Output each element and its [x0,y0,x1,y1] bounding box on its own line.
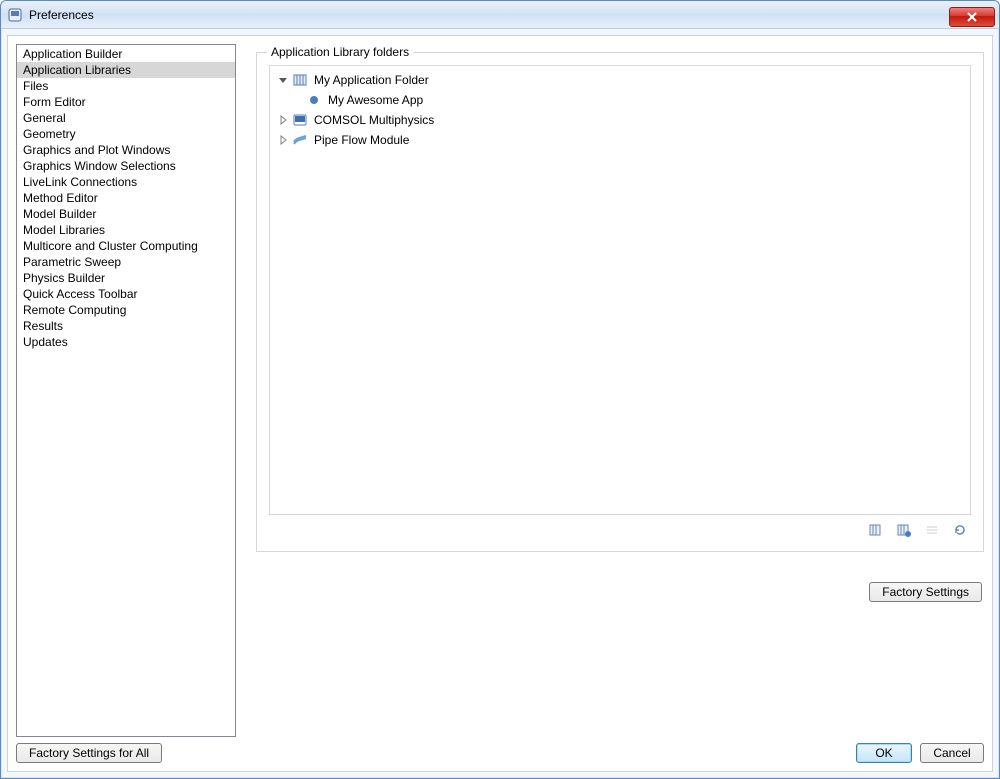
category-item[interactable]: Model Libraries [17,222,235,238]
add-user-library-button[interactable] [867,521,885,539]
category-item[interactable]: Method Editor [17,190,235,206]
window-title: Preferences [29,8,949,22]
category-item[interactable]: Results [17,318,235,334]
folder-library-icon [292,72,308,88]
expander-closed-icon[interactable] [278,115,288,125]
expander-closed-icon[interactable] [278,135,288,145]
category-item[interactable]: General [17,110,235,126]
main-split: Application BuilderApplication Libraries… [16,44,984,737]
library-tree[interactable]: My Application Folder My Awesome App [269,65,971,515]
expander-open-icon[interactable] [278,75,288,85]
preferences-window: Preferences Application BuilderApplicati… [0,0,1000,779]
app-icon [7,7,23,23]
tree-row-app[interactable]: My Awesome App [278,90,966,110]
tree-row-pipe[interactable]: Pipe Flow Module [278,130,966,150]
category-item[interactable]: Model Builder [17,206,235,222]
tree-row-my-folder[interactable]: My Application Folder [278,70,966,90]
content-button-row: Factory Settings [256,582,984,602]
factory-settings-button[interactable]: Factory Settings [869,582,982,602]
category-item[interactable]: Physics Builder [17,270,235,286]
ok-button[interactable]: OK [856,743,912,763]
refresh-button[interactable] [951,521,969,539]
category-item[interactable]: Geometry [17,126,235,142]
remove-library-button [923,521,941,539]
category-item[interactable]: Files [17,78,235,94]
category-item[interactable]: Multicore and Cluster Computing [17,238,235,254]
tree-label: My Awesome App [326,93,425,107]
category-item[interactable]: Parametric Sweep [17,254,235,270]
app-item-icon [306,92,322,108]
titlebar: Preferences [1,1,999,29]
tree-toolbar [269,515,971,539]
tree-label: My Application Folder [312,73,431,87]
module-icon [292,112,308,128]
bottom-bar: Factory Settings for All OK Cancel [16,737,984,763]
category-item[interactable]: Quick Access Toolbar [17,286,235,302]
category-item[interactable]: LiveLink Connections [17,174,235,190]
library-folders-fieldset: Application Library folders [256,52,984,552]
category-item[interactable]: Graphics Window Selections [17,158,235,174]
tree-row-comsol[interactable]: COMSOL Multiphysics [278,110,966,130]
category-item[interactable]: Graphics and Plot Windows [17,142,235,158]
client-area: Application BuilderApplication Libraries… [7,35,993,772]
category-list[interactable]: Application BuilderApplication Libraries… [16,44,236,737]
add-system-library-button[interactable] [895,521,913,539]
category-item[interactable]: Updates [17,334,235,350]
category-item[interactable]: Application Builder [17,46,235,62]
content-panel: Application Library folders [256,44,984,737]
close-button[interactable] [949,7,995,27]
factory-settings-all-button[interactable]: Factory Settings for All [16,743,162,763]
tree-label: Pipe Flow Module [312,133,411,147]
close-icon [966,11,978,23]
cancel-button[interactable]: Cancel [920,743,984,763]
category-item[interactable]: Form Editor [17,94,235,110]
pipe-module-icon [292,132,308,148]
category-item[interactable]: Remote Computing [17,302,235,318]
tree-label: COMSOL Multiphysics [312,113,436,127]
category-item[interactable]: Application Libraries [17,62,235,78]
fieldset-label: Application Library folders [267,45,413,59]
